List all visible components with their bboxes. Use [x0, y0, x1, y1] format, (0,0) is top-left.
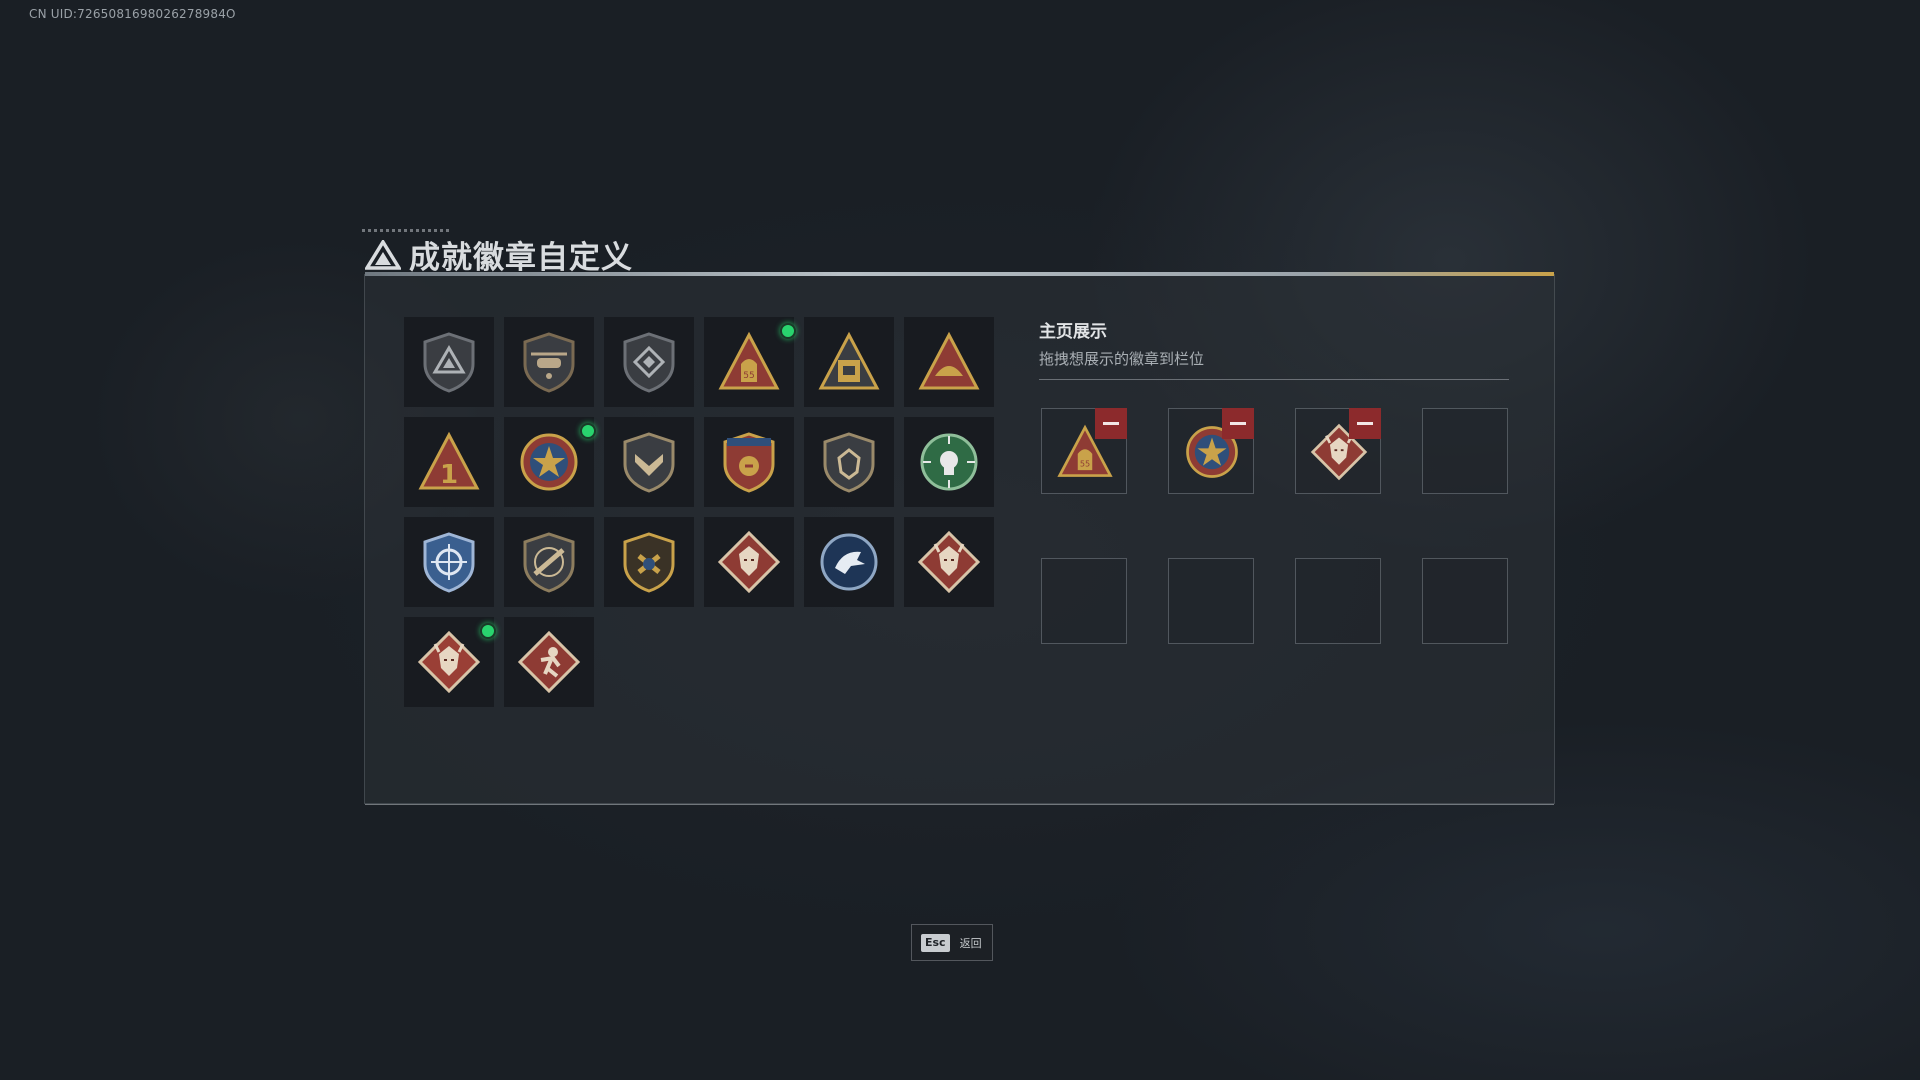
- showcase-slot-filled[interactable]: [1168, 408, 1254, 494]
- showcase-slots: 55: [1041, 408, 1508, 644]
- badge-customize-panel: 55 1 主页展示 拖拽想展示的徽章到栏位 55: [364, 272, 1555, 805]
- minus-icon: [1357, 422, 1373, 425]
- badge-cell[interactable]: [604, 417, 694, 507]
- badge-cell[interactable]: [804, 517, 894, 607]
- badge-blue-crosshair-shield-icon: [423, 532, 475, 593]
- showcase-slot-empty[interactable]: [1295, 558, 1381, 644]
- badge-cell[interactable]: 1: [404, 417, 494, 507]
- badge-red-one-triangle-icon: 1: [418, 431, 480, 490]
- badge-rifle-shield-icon: [523, 532, 575, 593]
- panel-bottom-line: [365, 804, 1554, 805]
- badge-blue-eagle-circle-icon: [820, 533, 878, 591]
- badge-cell[interactable]: [604, 517, 694, 607]
- badge-gold-bag-triangle-icon: 55: [718, 331, 780, 390]
- badge-green-skull-target-icon: [920, 433, 978, 491]
- showcase-slot-empty[interactable]: [1422, 408, 1508, 494]
- badge-gold-anchor-crest-icon: [623, 532, 675, 593]
- badge-gold-fist-triangle-icon: [918, 331, 980, 390]
- showcase-title: 主页展示: [1039, 322, 1107, 342]
- badge-cell[interactable]: [904, 417, 994, 507]
- showcase-slot-filled[interactable]: 55: [1041, 408, 1127, 494]
- back-label: 返回: [959, 936, 982, 950]
- badge-cell[interactable]: [904, 517, 994, 607]
- badge-cell[interactable]: [904, 317, 994, 407]
- showcase-slot-filled[interactable]: [1295, 408, 1381, 494]
- badge-helicopter-shield-icon: [523, 332, 575, 393]
- badge-grid: 55 1: [404, 317, 994, 707]
- showcase-divider: [1039, 379, 1509, 380]
- player-uid: CN UID:7265081698026278984O: [29, 7, 236, 21]
- badge-cell[interactable]: [504, 317, 594, 407]
- badge-star-medal-icon: [520, 433, 578, 491]
- badge-cell[interactable]: 55: [704, 317, 796, 407]
- badge-dragon-diamond-red-icon: [417, 630, 481, 694]
- showcase-header: 主页展示 拖拽想展示的徽章到栏位: [1039, 317, 1509, 380]
- page-title: 成就徽章自定义: [409, 240, 633, 276]
- badge-lion-shield-icon: [823, 432, 875, 493]
- badge-diamond-shield-icon: [623, 332, 675, 393]
- badge-cell[interactable]: [504, 517, 594, 607]
- badge-wolf-diamond-icon: [717, 530, 781, 594]
- badge-cell[interactable]: [804, 417, 894, 507]
- badge-cell[interactable]: [704, 417, 794, 507]
- badge-cell[interactable]: [504, 417, 596, 507]
- panel-top-bar: [365, 272, 1554, 276]
- showcase-slot-empty[interactable]: [1041, 558, 1127, 644]
- new-indicator: [580, 423, 596, 439]
- badge-gold-crate-triangle-icon: [818, 331, 880, 390]
- minus-icon: [1230, 422, 1246, 425]
- badge-cell[interactable]: [404, 317, 494, 407]
- badge-cell[interactable]: [704, 517, 794, 607]
- badge-runner-diamond-icon: [517, 630, 581, 694]
- remove-badge-button[interactable]: [1349, 408, 1381, 439]
- new-indicator: [480, 623, 496, 639]
- remove-badge-button[interactable]: [1095, 408, 1127, 439]
- svg-text:55: 55: [1080, 459, 1090, 469]
- back-button[interactable]: Esc 返回: [911, 924, 993, 961]
- svg-text:1: 1: [440, 460, 458, 490]
- delta-logo-icon: [365, 239, 401, 270]
- badge-cell[interactable]: [404, 617, 496, 707]
- page-header: 成就徽章自定义: [365, 232, 633, 277]
- svg-text:55: 55: [743, 371, 754, 381]
- badge-cell[interactable]: [404, 517, 494, 607]
- esc-key-hint: Esc: [921, 933, 950, 952]
- showcase-slot-empty[interactable]: [1168, 558, 1254, 644]
- badge-cell[interactable]: [604, 317, 694, 407]
- badge-dark-triangle-shield-icon: [423, 332, 475, 393]
- minus-icon: [1103, 422, 1119, 425]
- new-indicator: [780, 323, 796, 339]
- badge-dragon-diamond-icon: [917, 530, 981, 594]
- showcase-slot-empty[interactable]: [1422, 558, 1508, 644]
- showcase-subtitle: 拖拽想展示的徽章到栏位: [1039, 350, 1205, 368]
- badge-cell[interactable]: [504, 617, 594, 707]
- badge-eagle-crest-icon: [723, 432, 775, 493]
- remove-badge-button[interactable]: [1222, 408, 1254, 439]
- badge-wing-shield-icon: [623, 432, 675, 493]
- badge-cell[interactable]: [804, 317, 894, 407]
